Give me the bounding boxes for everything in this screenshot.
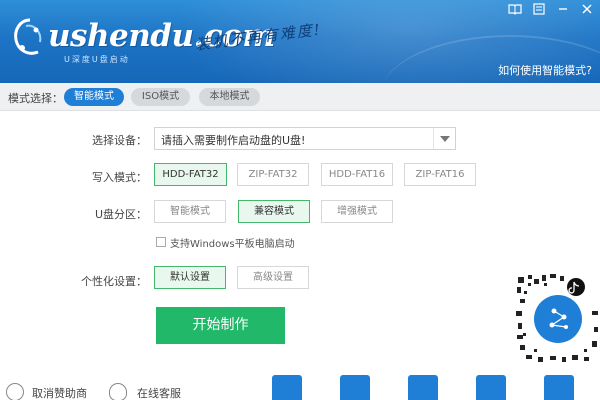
partition-option-enhanced[interactable]: 增强模式 [321,200,393,223]
online-service-link[interactable]: 在线客服 [137,385,181,400]
cancel-sponsor-link[interactable]: 取消赞助商 [32,385,87,400]
mode-label: 模式选择： [8,92,63,105]
logo-mark-icon [14,18,42,55]
book-icon[interactable] [506,3,524,19]
qr-code [514,271,600,364]
logo-subtitle: U深度U盘启动 [64,55,130,64]
personalize-label: 个性化设置： [81,275,147,288]
minimize-icon[interactable] [554,3,572,19]
search-icon[interactable] [544,375,574,400]
menu-icon[interactable] [530,3,548,19]
device-select[interactable]: 请插入需要制作启动盘的U盘! [154,127,456,150]
partition-option-compatible[interactable]: 兼容模式 [238,200,310,223]
tablet-boot-label[interactable]: 支持Windows平板电脑启动 [170,235,295,250]
personalize-option-default[interactable]: 默认设置 [154,266,226,289]
device-label: 选择设备： [92,134,147,147]
convert-icon[interactable] [408,375,438,400]
mode-bar: 模式选择： 智能模式 ISO模式 本地模式 [0,83,600,111]
monitor-icon[interactable] [476,375,506,400]
write-option-hdd-fat16[interactable]: HDD-FAT16 [321,163,393,186]
device-select-value: 请插入需要制作启动盘的U盘! [161,134,306,147]
sponsor-icon [6,383,24,400]
tablet-boot-checkbox[interactable] [156,237,166,247]
personalize-option-advanced[interactable]: 高级设置 [237,266,309,289]
partition-label: U盘分区： [94,208,147,221]
close-icon[interactable] [578,3,596,19]
write-option-hdd-fat32[interactable]: HDD-FAT32 [154,163,227,186]
tab-local-mode[interactable]: 本地模式 [199,88,260,106]
tab-iso-mode[interactable]: ISO模式 [131,88,190,106]
drive-icon[interactable] [340,375,370,400]
service-icon [109,383,127,400]
start-button[interactable]: 开始制作 [156,307,285,344]
logo: ushendu.com U深度U盘启动 [8,14,275,64]
upload-icon[interactable] [272,375,302,400]
write-option-zip-fat16[interactable]: ZIP-FAT16 [404,163,476,186]
tab-smart-mode[interactable]: 智能模式 [64,88,124,106]
write-mode-label: 写入模式： [92,171,147,184]
partition-option-smart[interactable]: 智能模式 [154,200,226,223]
chevron-down-icon[interactable] [433,128,455,149]
app-header: ushendu.com U深度U盘启动 装机不再有难度! 如何使用智能模式? [0,0,600,83]
write-option-zip-fat32[interactable]: ZIP-FAT32 [237,163,309,186]
help-link[interactable]: 如何使用智能模式? [498,62,592,78]
